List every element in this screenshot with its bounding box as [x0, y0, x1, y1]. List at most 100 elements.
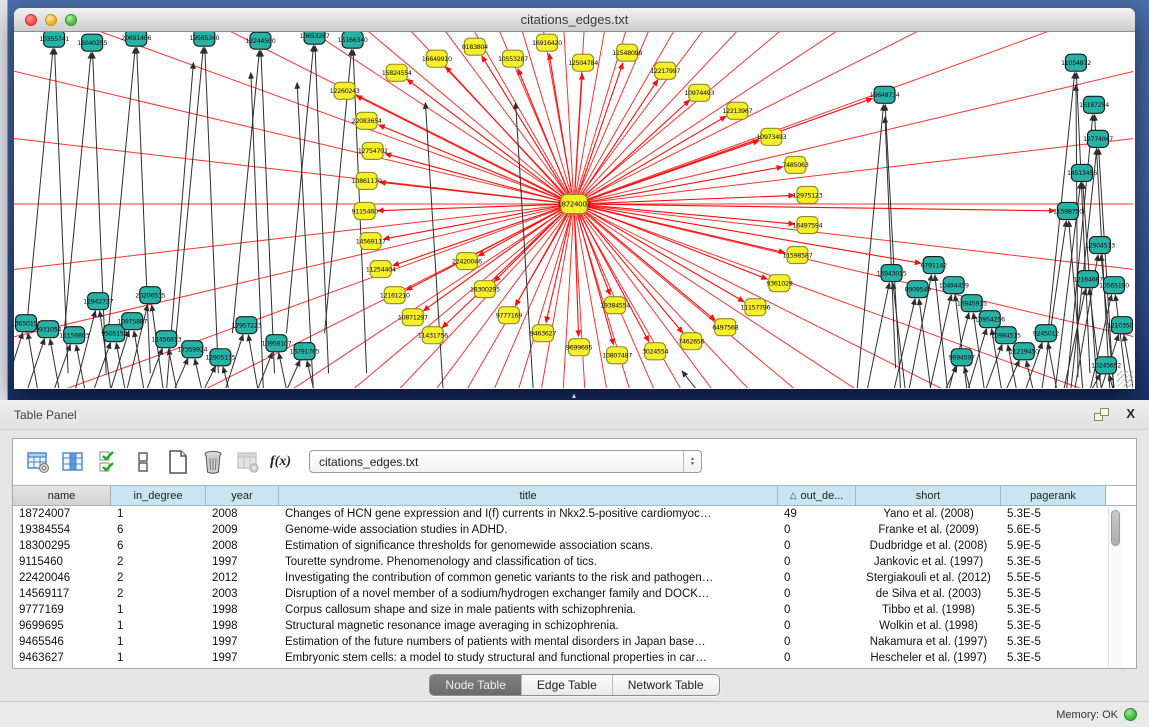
- table-row[interactable]: 1938455462009Genome-wide association stu…: [13, 522, 1136, 538]
- network-node[interactable]: 16648734: [870, 86, 900, 103]
- network-node[interactable]: 11219450: [1009, 343, 1039, 360]
- network-node[interactable]: 11598750: [1053, 202, 1083, 219]
- network-node[interactable]: 8909549: [905, 281, 931, 298]
- network-node[interactable]: 16945915: [957, 295, 987, 312]
- network-node[interactable]: 11431756: [418, 327, 448, 344]
- network-node[interactable]: 11254404: [366, 261, 396, 278]
- network-node[interactable]: 10653287: [300, 32, 330, 44]
- column-header-title[interactable]: title: [279, 486, 778, 505]
- zoom-window-button[interactable]: [65, 14, 77, 26]
- create-table-icon[interactable]: [165, 449, 191, 475]
- table-settings-icon[interactable]: [25, 449, 51, 475]
- close-panel-icon[interactable]: X: [1126, 406, 1135, 421]
- network-node[interactable]: 10871297: [398, 309, 428, 326]
- network-node[interactable]: 22083654: [352, 112, 382, 129]
- column-header-in_degree[interactable]: in_degree: [111, 486, 206, 505]
- network-node[interactable]: 16791765: [290, 343, 320, 360]
- close-window-button[interactable]: [25, 14, 37, 26]
- network-node[interactable]: 9931054: [35, 321, 61, 338]
- network-node[interactable]: 7485063: [782, 156, 808, 173]
- column-header-name[interactable]: name: [13, 486, 111, 505]
- network-node[interactable]: 10807487: [602, 347, 632, 364]
- network-node[interactable]: 17359924: [177, 341, 207, 358]
- network-node[interactable]: 20206535: [135, 287, 165, 304]
- network-node[interactable]: 9777169: [496, 307, 522, 324]
- network-window[interactable]: citations_edges.txt 10355741 16040255 2069…: [14, 8, 1135, 389]
- network-node[interactable]: 12904513: [1085, 237, 1115, 254]
- network-node[interactable]: 14513456: [1067, 164, 1097, 181]
- table-vertical-scrollbar[interactable]: [1108, 507, 1122, 667]
- network-node[interactable]: 16497594: [792, 217, 822, 234]
- network-node[interactable]: 12504784: [568, 54, 598, 71]
- network-node[interactable]: 16649910: [422, 50, 452, 67]
- scrollbar-thumb[interactable]: [1111, 510, 1120, 546]
- network-canvas[interactable]: 10355741 16040255 20691406 19565340 12244500…: [14, 32, 1135, 389]
- network-node[interactable]: 9699695: [566, 339, 592, 356]
- table-row[interactable]: 1872400712008Changes of HCN gene express…: [13, 506, 1136, 522]
- table-row[interactable]: 969969511998Structural magnetic resonanc…: [13, 618, 1136, 634]
- network-node[interactable]: 12774047: [1083, 130, 1113, 147]
- network-node[interactable]: 16040255: [77, 34, 107, 51]
- network-node[interactable]: 11157796: [740, 299, 770, 316]
- network-node[interactable]: 11156803: [59, 327, 89, 344]
- tab-node-table[interactable]: Node Table: [430, 675, 521, 695]
- table-selector-dropdown[interactable]: citations_edges.txt ▲▼: [309, 450, 702, 473]
- network-node[interactable]: 15166340: [338, 32, 368, 48]
- network-node[interactable]: 12244500: [245, 32, 275, 49]
- network-node[interactable]: 13954256: [975, 311, 1005, 328]
- network-node[interactable]: 9463627: [530, 325, 556, 342]
- network-node[interactable]: 10958107: [262, 335, 292, 352]
- network-node[interactable]: 6791142: [921, 257, 947, 274]
- column-header-year[interactable]: year: [206, 486, 279, 505]
- network-node[interactable]: 18724007: [557, 194, 590, 213]
- network-node[interactable]: 12905135: [205, 349, 235, 366]
- network-node[interactable]: 16916420: [532, 34, 562, 51]
- network-node[interactable]: 12217997: [650, 62, 680, 79]
- tab-network-table[interactable]: Network Table: [612, 675, 719, 695]
- edit-columns-icon[interactable]: [95, 449, 121, 475]
- network-node[interactable]: 9115460: [352, 202, 378, 219]
- table-header-row[interactable]: namein_degreeyeartitle△out_de...shortpag…: [13, 485, 1136, 506]
- table-row[interactable]: 2242004622012Investigating the contribut…: [13, 570, 1136, 586]
- memory-status-icon[interactable]: [1124, 708, 1137, 721]
- network-node[interactable]: 9361029: [766, 275, 792, 292]
- network-node[interactable]: 14569117: [356, 233, 386, 250]
- resize-grip[interactable]: [1117, 371, 1133, 387]
- table-row[interactable]: 1456911722003Disruption of a novel membe…: [13, 586, 1136, 602]
- network-window-titlebar[interactable]: citations_edges.txt: [14, 8, 1135, 32]
- network-node[interactable]: 7462656: [678, 333, 704, 350]
- column-header-out_de[interactable]: △out_de...: [778, 486, 856, 505]
- network-node[interactable]: 10565190: [1099, 277, 1129, 294]
- network-node[interactable]: 10553287: [498, 50, 528, 67]
- network-node[interactable]: 10984515: [991, 327, 1021, 344]
- network-node[interactable]: 12942737: [83, 293, 113, 310]
- network-node[interactable]: 10494459: [939, 277, 969, 294]
- network-node[interactable]: 9694597: [949, 349, 975, 366]
- network-node[interactable]: 12754702: [358, 142, 388, 159]
- table-row[interactable]: 946554611997Estimation of the future num…: [13, 634, 1136, 650]
- network-node[interactable]: 18300295: [470, 281, 500, 298]
- network-node[interactable]: 8183804: [462, 38, 488, 55]
- network-node[interactable]: 3024554: [642, 343, 668, 360]
- network-node[interactable]: 10975887: [117, 313, 147, 330]
- rows-icon[interactable]: [130, 449, 156, 475]
- table-row[interactable]: 1830029562008Estimation of significance …: [13, 538, 1136, 554]
- network-node[interactable]: 19565340: [189, 32, 219, 46]
- table-row[interactable]: 977716911998Corpus callosum shape and si…: [13, 602, 1136, 618]
- table-row[interactable]: 946362711997Embryonic stem cells: a mode…: [13, 650, 1136, 666]
- show-column-icon[interactable]: [60, 449, 86, 475]
- column-header-pagerank[interactable]: pagerank: [1001, 486, 1106, 505]
- network-node[interactable]: 11054872: [1061, 54, 1091, 71]
- network-node[interactable]: 10861170: [352, 172, 382, 189]
- network-node[interactable]: 20691406: [121, 32, 151, 46]
- network-node[interactable]: 10355741: [39, 32, 69, 47]
- network-node[interactable]: 16943015: [877, 265, 907, 282]
- network-node[interactable]: 16187254: [1079, 96, 1109, 113]
- splitter-handle[interactable]: ▴: [568, 392, 580, 400]
- float-panel-icon[interactable]: [1094, 408, 1109, 421]
- table-row[interactable]: 911546021997Tourette syndrome. Phenomeno…: [13, 554, 1136, 570]
- network-node[interactable]: 11548098: [612, 44, 642, 61]
- minimize-window-button[interactable]: [45, 14, 57, 26]
- network-node[interactable]: 15824554: [382, 64, 412, 81]
- function-builder-icon[interactable]: f(x): [270, 454, 291, 470]
